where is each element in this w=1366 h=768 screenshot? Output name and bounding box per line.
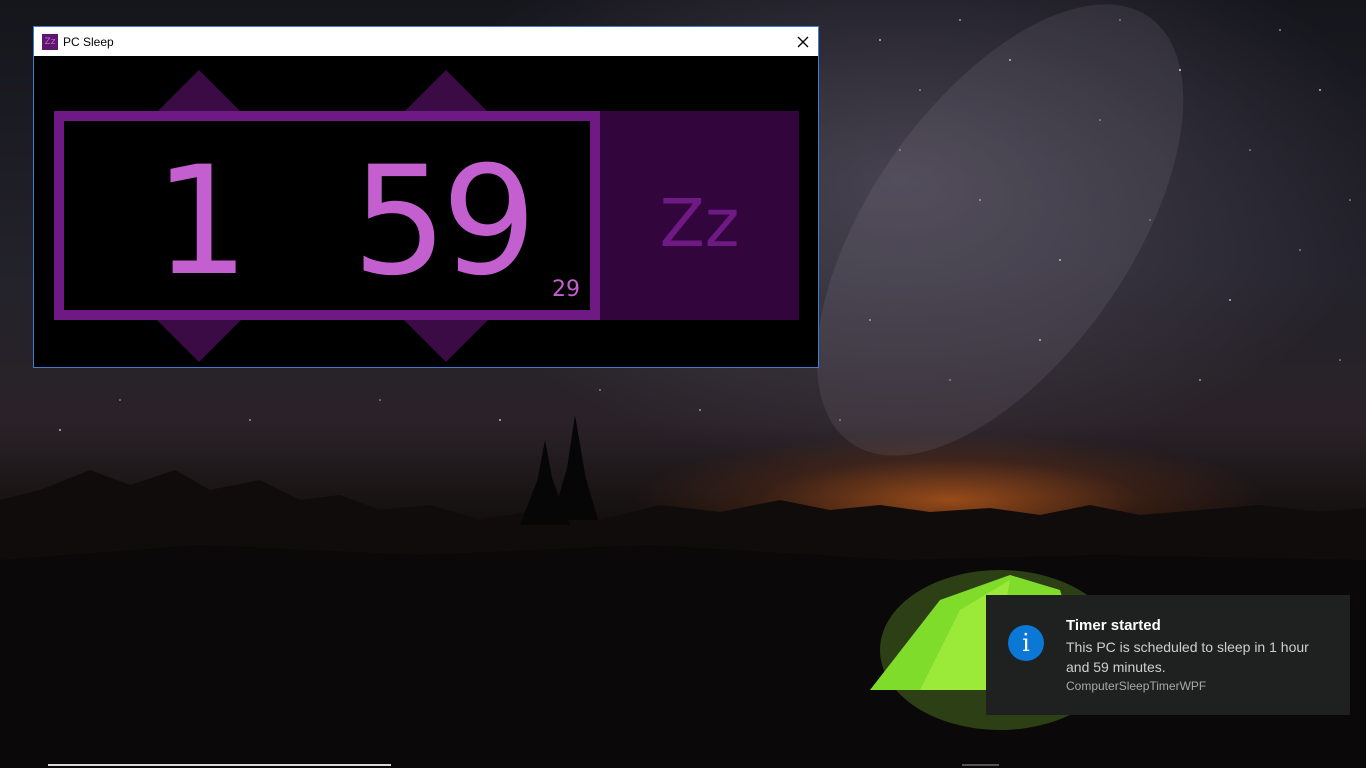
seconds-value: 29 xyxy=(552,277,580,302)
timer-panel: 1 59 29 Zz xyxy=(34,56,818,367)
minutes-value[interactable]: 59 xyxy=(352,147,537,297)
sleep-button[interactable]: Zz xyxy=(600,111,799,320)
notification-body: This PC is scheduled to sleep in 1 hour … xyxy=(1066,639,1309,675)
sleep-button-label: Zz xyxy=(659,185,740,262)
hours-decrease-arrow-icon[interactable] xyxy=(157,320,241,362)
close-button[interactable] xyxy=(788,27,818,56)
taskbar-edge xyxy=(48,764,391,766)
minutes-decrease-arrow-icon[interactable] xyxy=(404,320,488,362)
timer-started-notification[interactable]: i Timer started This PC is scheduled to … xyxy=(986,595,1350,715)
taskbar-edge-indicator xyxy=(962,764,999,766)
pc-sleep-window: Zz PC Sleep 1 59 29 Zz xyxy=(33,26,819,368)
info-icon: i xyxy=(1008,625,1044,661)
close-icon xyxy=(797,36,809,47)
notification-source: ComputerSleepTimerWPF xyxy=(1066,679,1207,693)
notification-title: Timer started xyxy=(1066,617,1161,634)
timer-display: 1 59 29 xyxy=(54,111,600,320)
hours-increase-arrow-icon[interactable] xyxy=(157,70,241,112)
title-bar[interactable]: Zz PC Sleep xyxy=(34,27,818,56)
desktop-wallpaper: Zz PC Sleep 1 59 29 Zz i Timer started T… xyxy=(0,0,1366,768)
hours-value[interactable]: 1 xyxy=(154,147,249,297)
window-title: PC Sleep xyxy=(63,34,114,49)
minutes-increase-arrow-icon[interactable] xyxy=(404,70,488,112)
zz-app-icon: Zz xyxy=(42,33,58,50)
